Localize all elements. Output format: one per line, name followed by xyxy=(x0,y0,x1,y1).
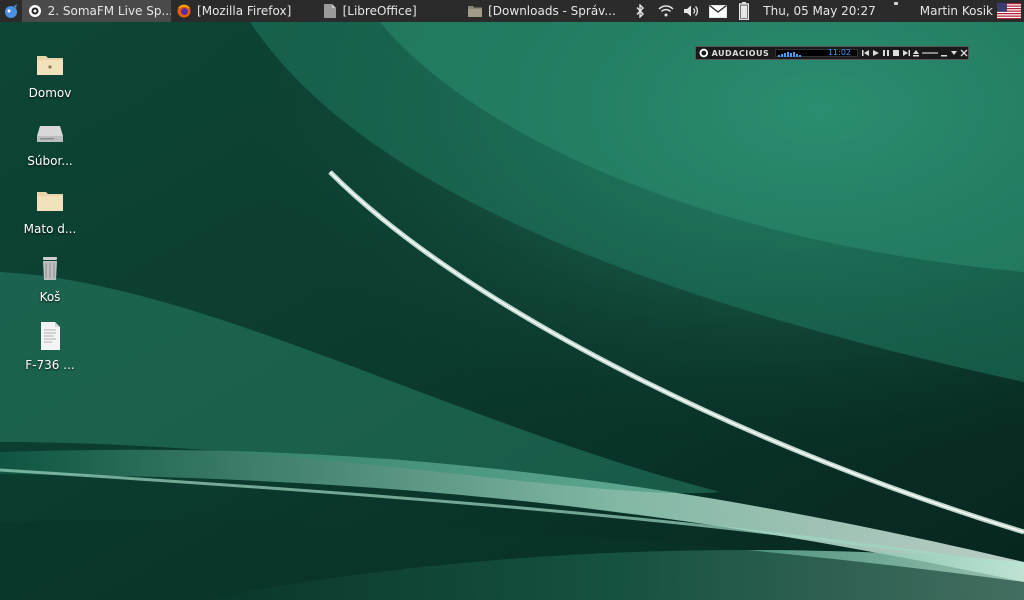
volume-slider[interactable] xyxy=(922,48,938,58)
drive-icon xyxy=(37,126,63,142)
folder-icon xyxy=(468,4,483,18)
keyboard-layout-flag-icon[interactable] xyxy=(997,3,1021,19)
taskbar-item-audacious[interactable]: 2. SomaFM Live Sp... xyxy=(21,0,172,22)
eject-icon[interactable] xyxy=(912,48,920,58)
desktop-icon-label: F-736 ... xyxy=(25,358,75,372)
taskbar-item-label: [Mozilla Firefox] xyxy=(197,4,292,18)
previous-track-icon[interactable] xyxy=(862,48,870,58)
audacious-visualizer[interactable]: 11:02 xyxy=(775,48,858,57)
taskbar-item-label: 2. SomaFM Live Sp... xyxy=(47,4,172,18)
wifi-icon[interactable] xyxy=(653,0,679,22)
trash-icon xyxy=(43,257,57,280)
home-folder-icon xyxy=(37,56,63,75)
folder-icon xyxy=(37,192,63,211)
document-icon xyxy=(323,4,337,18)
desktop-icon-subory[interactable]: Súbor... xyxy=(10,116,90,168)
firefox-icon xyxy=(177,4,191,18)
desktop-icon-mato[interactable]: Mato d... xyxy=(10,184,90,236)
desktop-wallpaper xyxy=(0,22,1024,600)
taskbar-item-label: [Downloads - Správ... xyxy=(488,4,616,18)
system-tray: Thu, 05 May 20:27 Martin Kosik xyxy=(627,0,1024,22)
battery-icon[interactable] xyxy=(731,0,757,22)
desktop-icon-domov[interactable]: Domov xyxy=(10,48,90,100)
minimize-icon[interactable] xyxy=(940,48,948,58)
audacious-icon xyxy=(699,48,709,58)
applications-menu-button[interactable] xyxy=(0,0,22,22)
volume-icon[interactable] xyxy=(679,0,705,22)
desktop-icon-kos[interactable]: Koš xyxy=(10,252,90,304)
bluetooth-icon[interactable] xyxy=(627,0,653,22)
taskbar-item-downloads[interactable]: [Downloads - Správ... xyxy=(462,0,627,22)
audacious-controls xyxy=(862,48,968,58)
audacious-time: 11:02 xyxy=(827,48,851,57)
desktop-icon-f736[interactable]: F-736 ... xyxy=(10,320,90,372)
user-name[interactable]: Martin Kosik xyxy=(916,4,997,18)
audacious-mini-player[interactable]: AUDACIOUS 11:02 xyxy=(695,46,969,60)
taskbar-item-firefox[interactable]: [Mozilla Firefox] xyxy=(171,0,317,22)
close-icon[interactable] xyxy=(960,48,968,58)
pause-icon[interactable] xyxy=(882,48,890,58)
panel-workspace-switcher[interactable] xyxy=(880,0,916,22)
taskbar-item-label: [LibreOffice] xyxy=(342,4,417,18)
stop-icon[interactable] xyxy=(892,48,900,58)
audacious-title: AUDACIOUS xyxy=(711,48,770,58)
desktop-icon-label: Domov xyxy=(28,86,72,100)
document-icon xyxy=(41,322,60,350)
panel-clock[interactable]: Thu, 05 May 20:27 xyxy=(757,4,879,18)
mail-icon[interactable] xyxy=(705,0,731,22)
desktop-icon-label: Mato d... xyxy=(23,222,77,236)
top-panel: 2. SomaFM Live Sp... [Mozilla Firefox] [… xyxy=(0,0,1024,22)
next-track-icon[interactable] xyxy=(902,48,910,58)
taskbar-item-libreoffice[interactable]: [LibreOffice] xyxy=(317,0,463,22)
desktop-icon-label: Súbor... xyxy=(27,154,73,168)
play-icon[interactable] xyxy=(872,48,880,58)
audacious-icon xyxy=(28,4,42,18)
shade-icon[interactable] xyxy=(950,48,958,58)
xfce-mouse-icon xyxy=(4,4,17,18)
desktop-icon-label: Koš xyxy=(39,290,61,304)
